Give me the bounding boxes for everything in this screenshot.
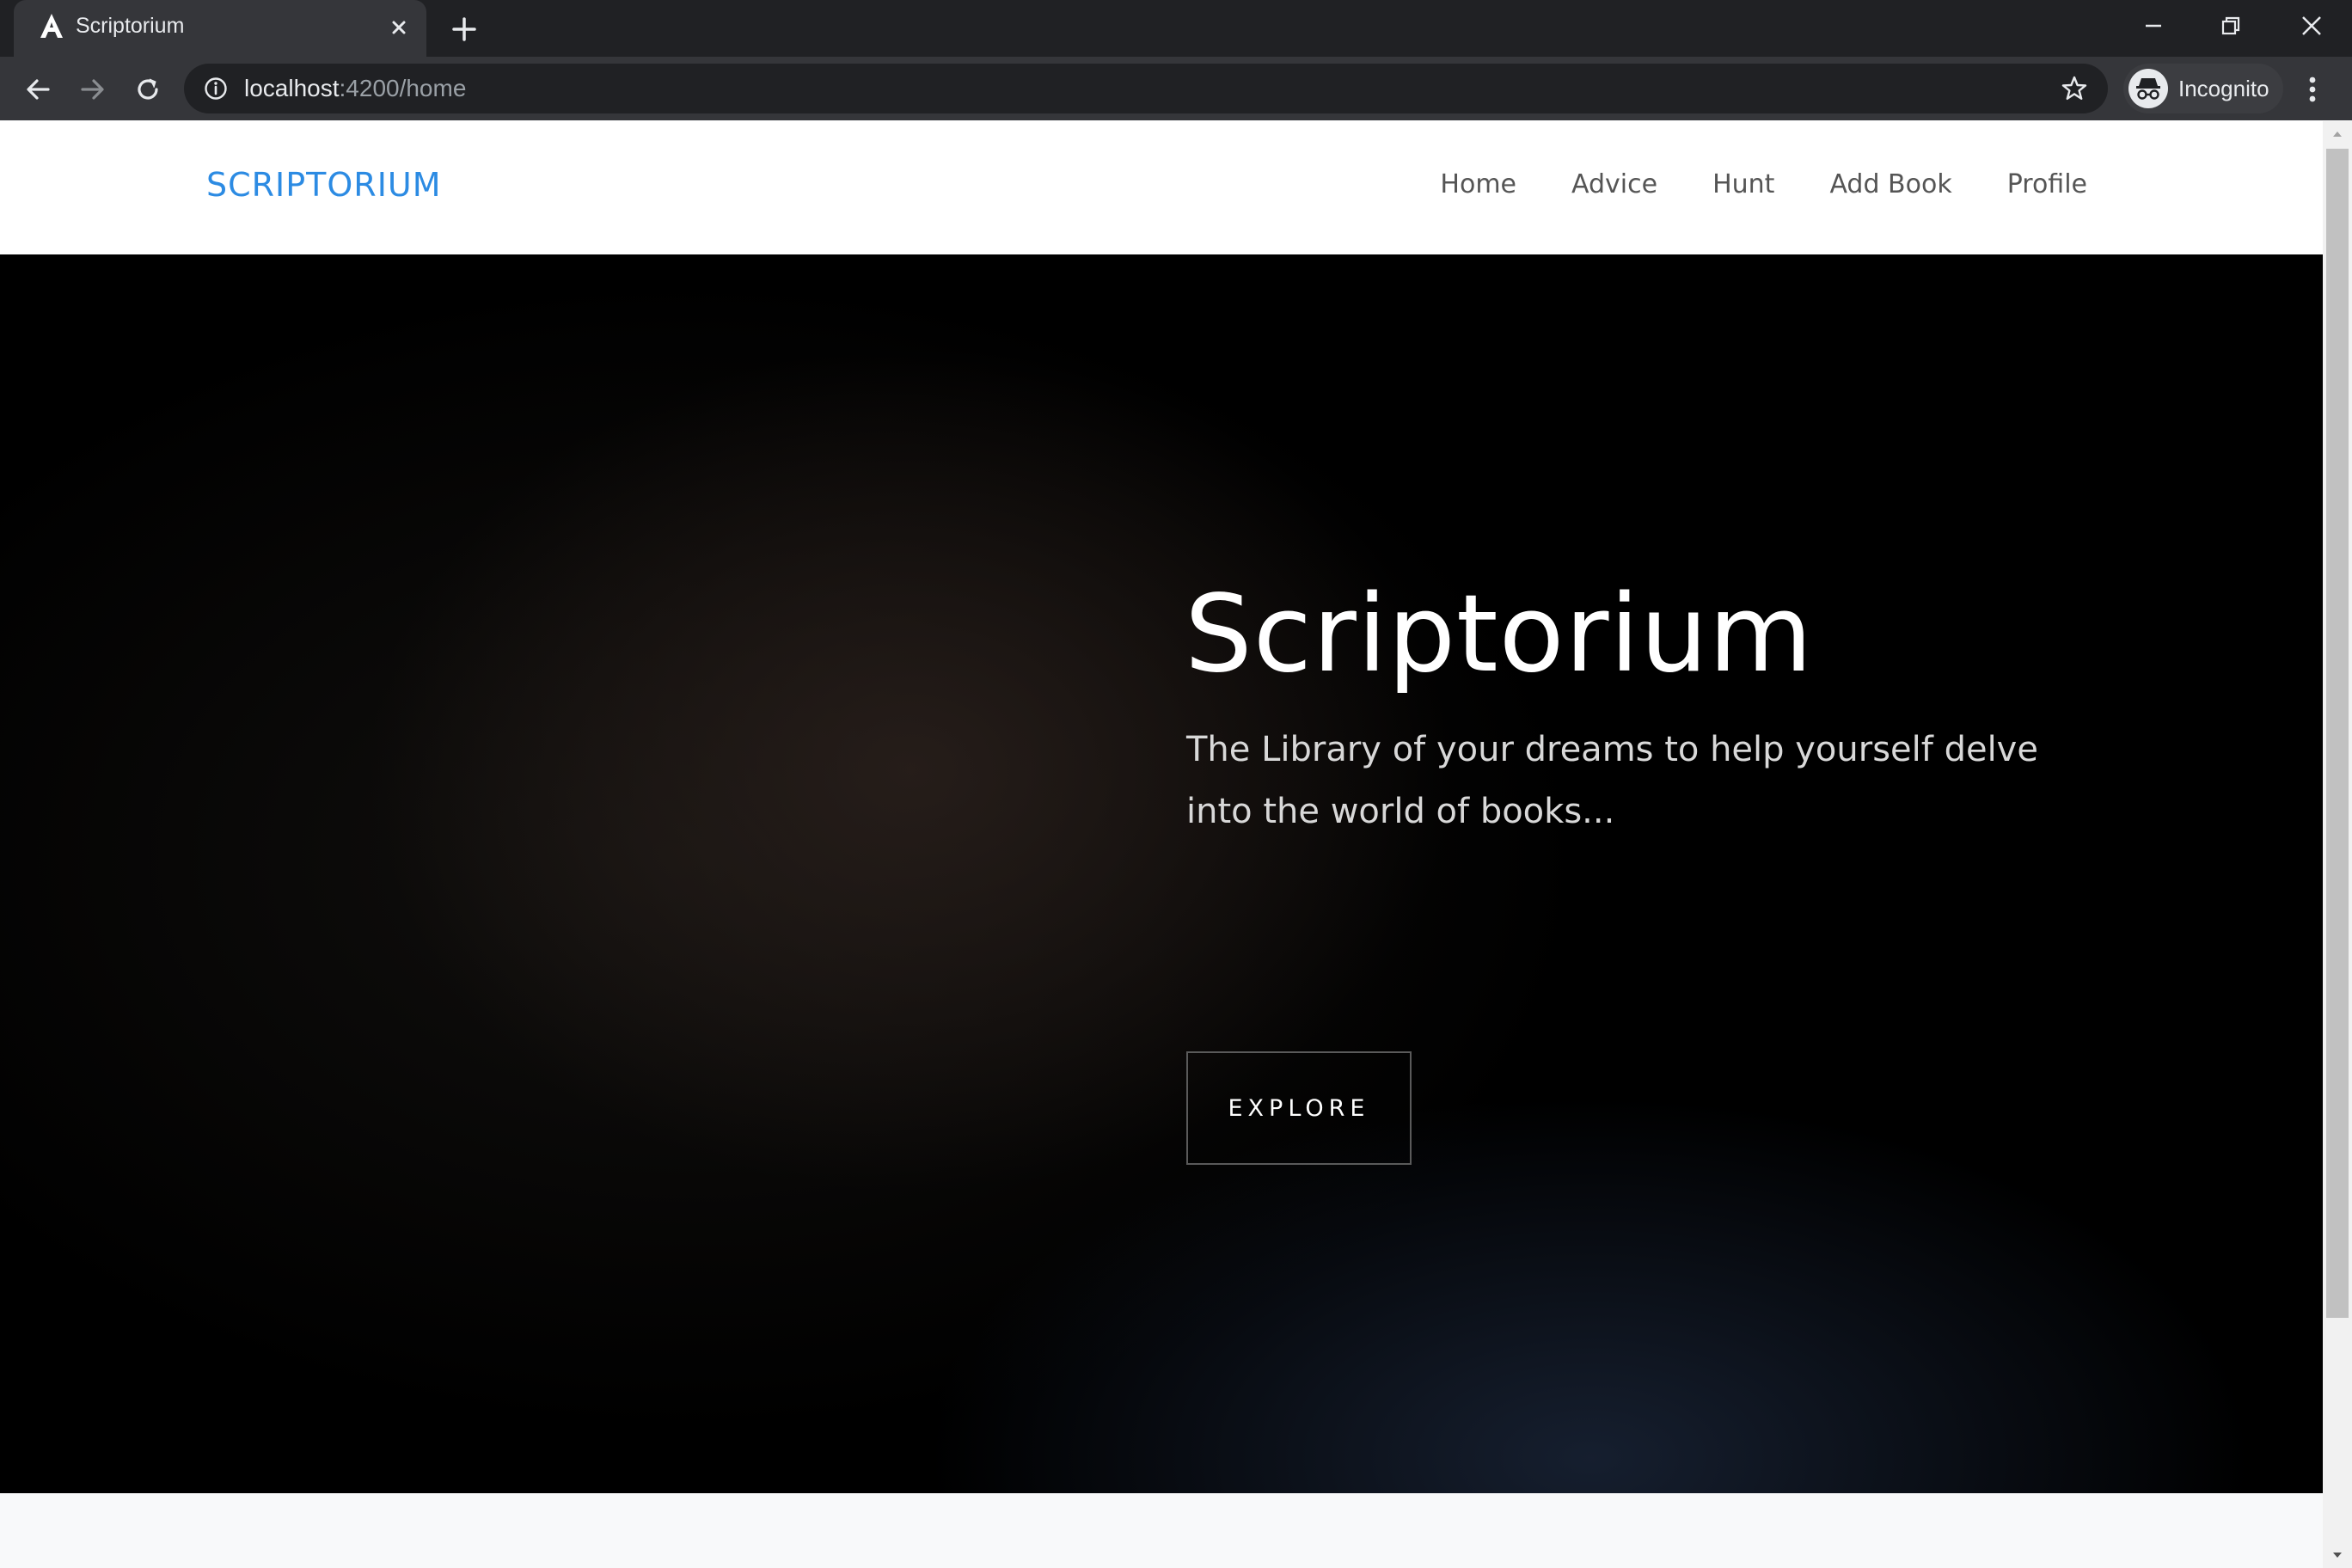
incognito-label: Incognito [2178,76,2269,101]
nav-link-advice[interactable]: Advice [1571,169,1657,199]
bookmark-star-icon[interactable] [2060,74,2089,103]
kebab-menu-icon[interactable] [2295,72,2330,107]
forward-arrow-icon[interactable] [76,72,110,107]
address-bar[interactable]: localhost:4200/home [184,64,2108,113]
url-host: localhost [244,75,340,101]
restore-icon[interactable] [2192,0,2269,52]
nav-link-profile[interactable]: Profile [2007,169,2087,199]
nav-links: Home Advice Hunt Add Book Profile [1440,169,2087,199]
nav-link-add-book[interactable]: Add Book [1829,169,1951,199]
incognito-icon [2128,69,2168,108]
url-text[interactable]: localhost:4200/home [244,75,466,102]
page-scrollbar[interactable] [2323,121,2352,1568]
minimize-icon[interactable] [2115,0,2192,52]
browser-tab[interactable]: Scriptorium [14,0,426,57]
nav-link-home[interactable]: Home [1440,169,1516,199]
browser-tabstrip: Scriptorium [0,0,2352,57]
tab-title: Scriptorium [76,14,185,38]
angular-a-icon [38,12,65,41]
scroll-up-arrow-icon[interactable] [2323,121,2352,147]
nav-link-hunt[interactable]: Hunt [1712,169,1774,199]
hero-subtitle: The Library of your dreams to help yours… [1186,730,2038,831]
scroll-down-arrow-icon[interactable] [2323,1542,2352,1568]
incognito-profile-button[interactable]: Incognito [2123,64,2283,113]
reload-icon[interactable] [131,72,165,107]
url-path: :4200/home [339,75,467,101]
window-close-icon[interactable] [2273,0,2350,52]
scrollbar-thumb[interactable] [2326,149,2349,1318]
back-arrow-icon[interactable] [21,72,55,107]
browser-toolbar: localhost:4200/home Incognito [0,57,2352,120]
page-viewport: SCRIPTORIUM Home Advice Hunt Add Book Pr… [0,121,2323,1568]
tab-close-icon[interactable] [385,14,413,41]
hero-section: Scriptorium The Library of your dreams t… [0,254,2323,1493]
brand-logo-link[interactable]: SCRIPTORIUM [206,166,442,204]
hero-title: Scriptorium [1185,573,1814,696]
new-tab-plus-icon[interactable] [447,12,481,46]
site-navbar: SCRIPTORIUM Home Advice Hunt Add Book Pr… [0,121,2323,254]
site-info-icon[interactable] [203,76,229,101]
explore-button[interactable]: EXPLORE [1186,1051,1412,1165]
